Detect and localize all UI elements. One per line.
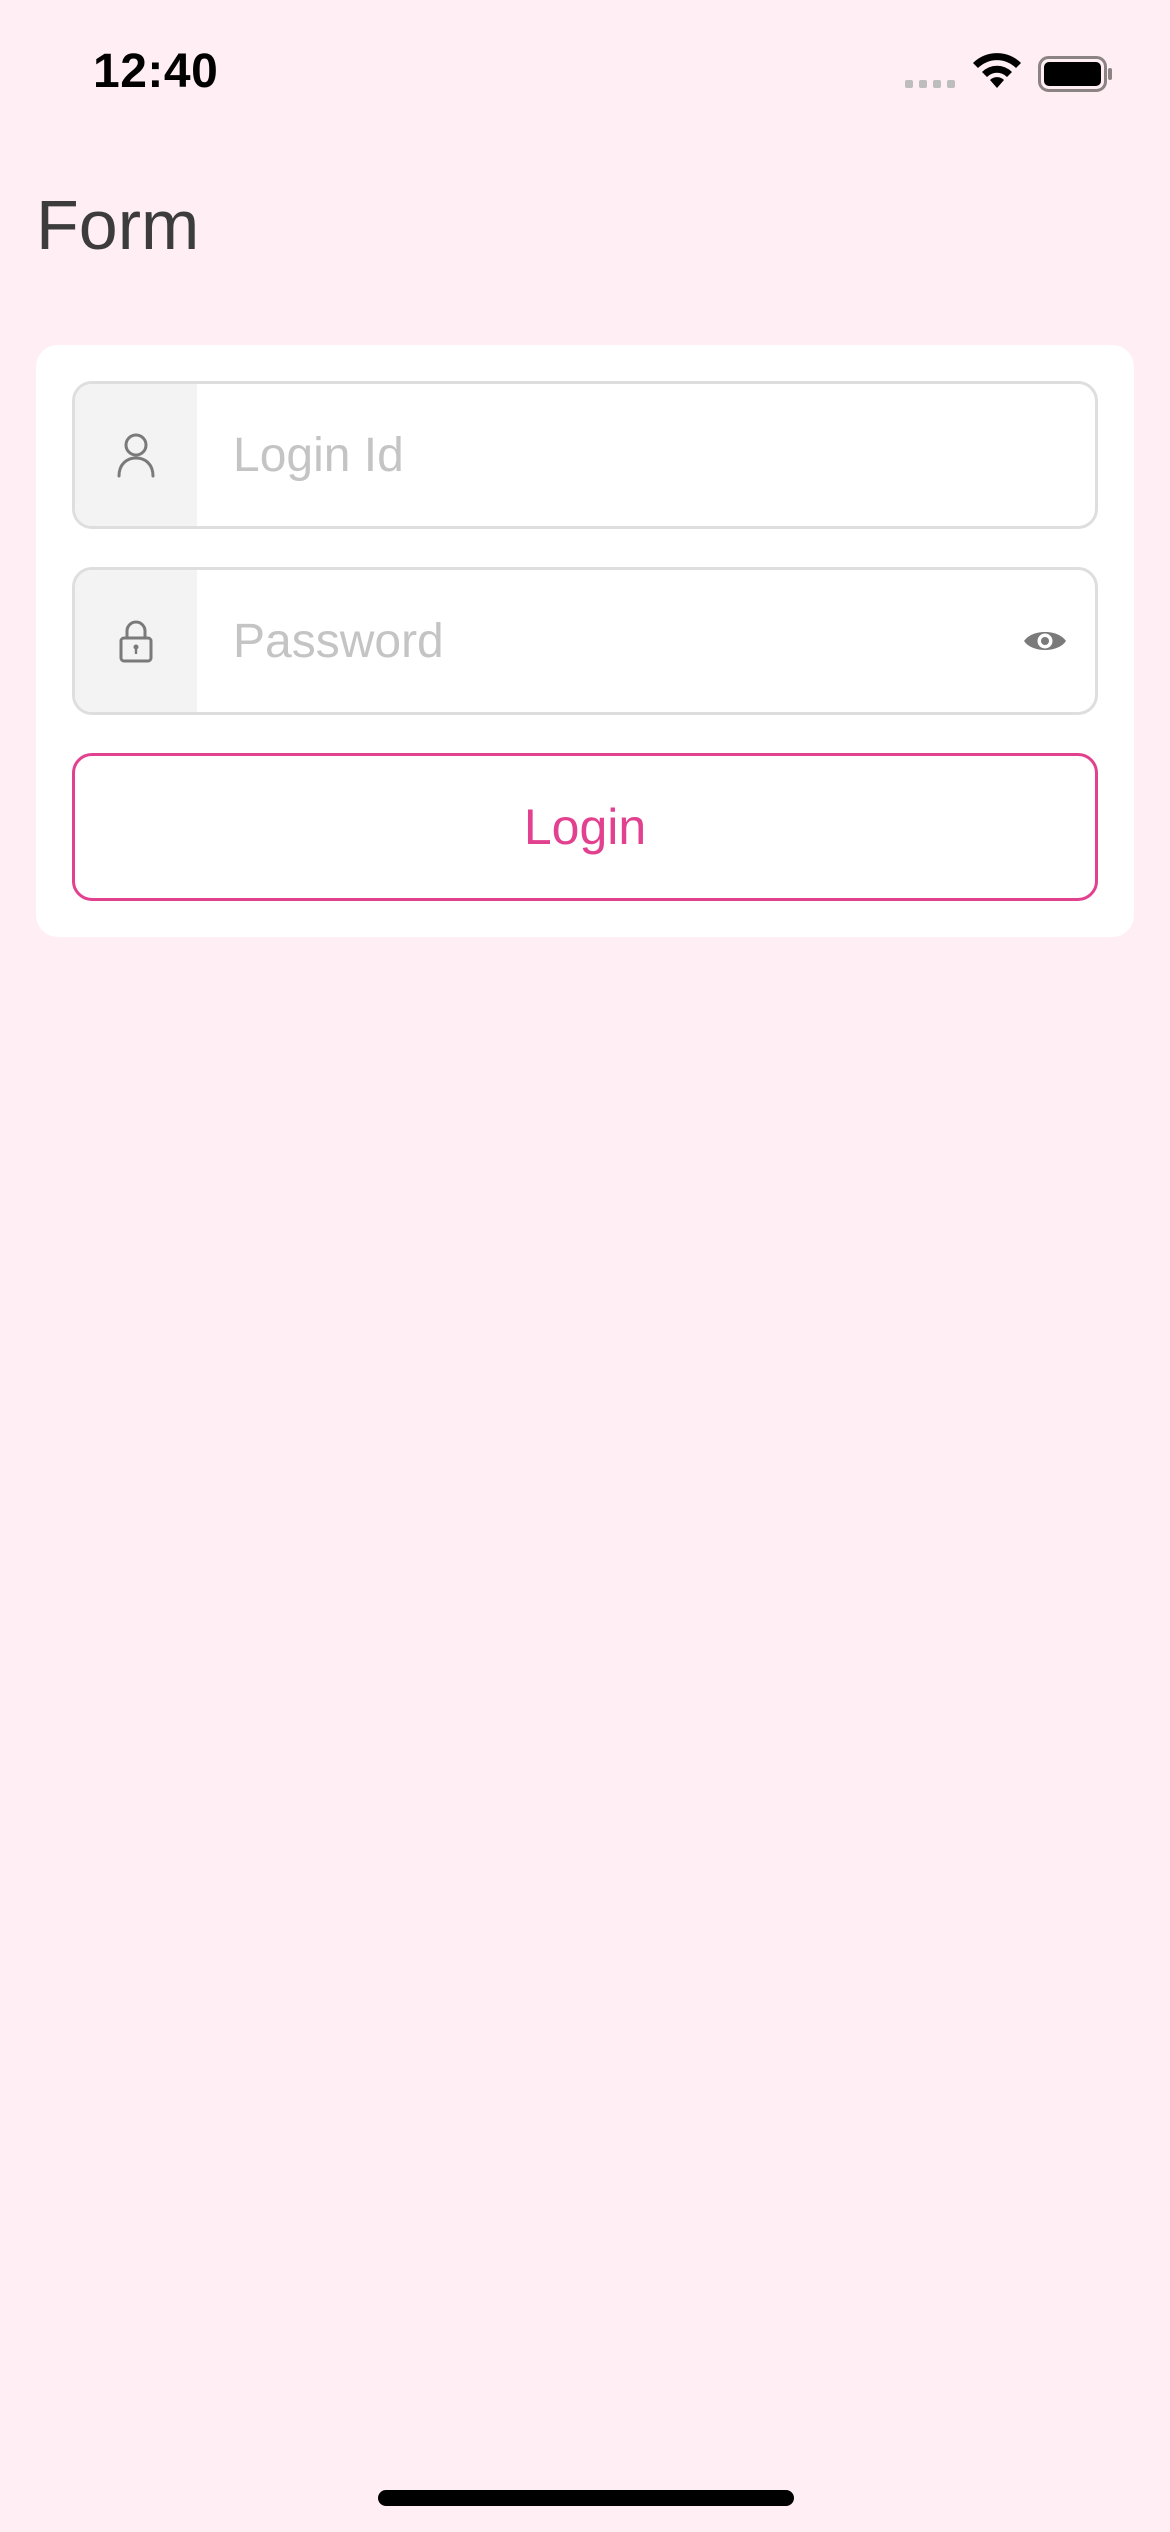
battery-icon (1038, 56, 1112, 92)
lock-icon (119, 620, 153, 663)
status-time: 12:40 (93, 45, 219, 98)
password-input[interactable] (197, 570, 995, 712)
home-indicator (378, 2490, 794, 2506)
login-button[interactable]: Login (72, 753, 1098, 901)
login-id-field (72, 381, 1098, 529)
wifi-icon (973, 53, 1021, 88)
login-id-icon-box (75, 384, 197, 526)
login-form-card: Login (36, 345, 1134, 937)
eye-icon (1024, 632, 1066, 650)
password-field (72, 567, 1098, 715)
status-bar: 12:40 (0, 0, 1170, 150)
password-icon-box (75, 570, 197, 712)
user-icon (117, 433, 155, 478)
page-title: Form (36, 186, 200, 264)
login-id-input[interactable] (197, 384, 1095, 526)
show-password-toggle[interactable] (995, 570, 1095, 712)
cellular-signal-icon (905, 80, 955, 88)
